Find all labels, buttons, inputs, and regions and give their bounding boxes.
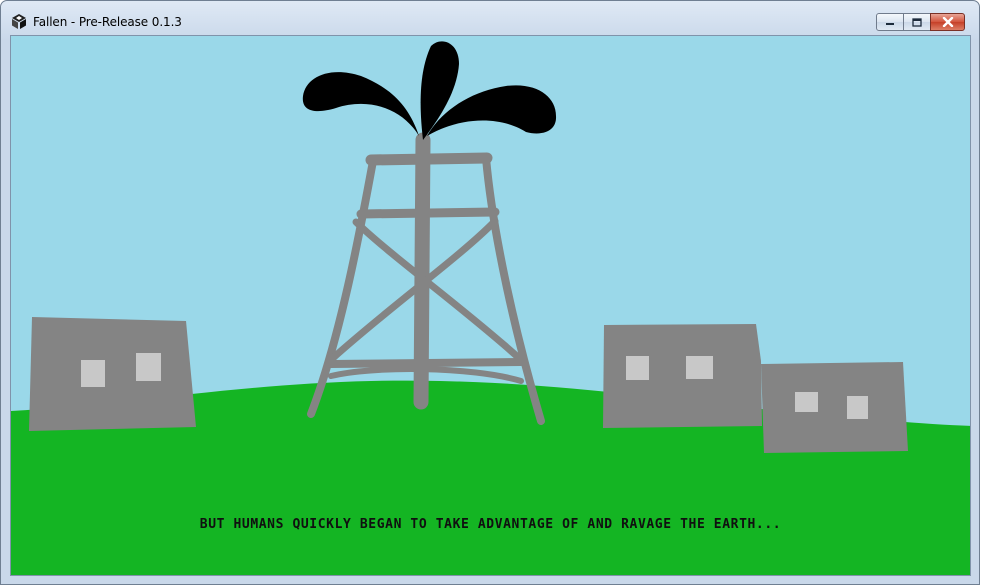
- building-left: [29, 317, 196, 431]
- app-window: Fallen - Pre-Release 0.1.3 BUT HUMANS QU…: [0, 0, 980, 585]
- fallen-app-icon: [12, 14, 26, 29]
- restore-button[interactable]: [903, 13, 931, 31]
- building-right-back: [761, 362, 908, 453]
- minimize-icon: [886, 23, 894, 25]
- restore-icon: [912, 17, 922, 27]
- building-right-front: [603, 324, 762, 428]
- window-pane: [626, 356, 649, 380]
- close-button[interactable]: [930, 13, 965, 31]
- game-canvas[interactable]: BUT HUMANS QUICKLY BEGAN TO TAKE ADVANTA…: [10, 35, 971, 576]
- window-pane: [686, 356, 713, 379]
- close-icon: [942, 17, 953, 27]
- window-pane: [795, 392, 818, 412]
- title-bar[interactable]: Fallen - Pre-Release 0.1.3: [1, 1, 979, 35]
- story-caption: BUT HUMANS QUICKLY BEGAN TO TAKE ADVANTA…: [199, 517, 782, 532]
- window-pane: [847, 396, 868, 419]
- window-pane: [81, 360, 105, 387]
- window-pane: [136, 353, 161, 381]
- minimize-button[interactable]: [876, 13, 904, 31]
- window-title: Fallen - Pre-Release 0.1.3: [33, 15, 182, 29]
- intro-scene: [11, 36, 970, 575]
